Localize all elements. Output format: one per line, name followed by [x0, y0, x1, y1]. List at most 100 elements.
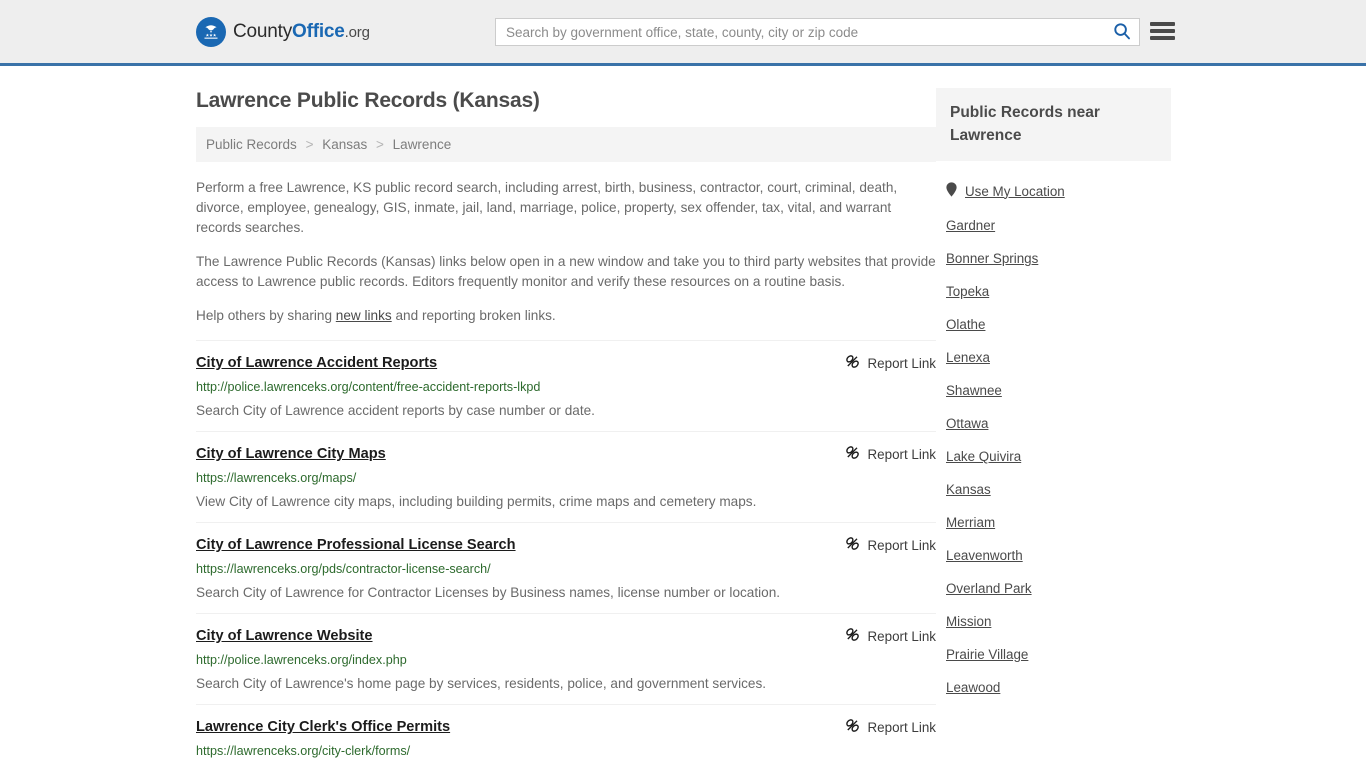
report-link-label: Report Link	[867, 628, 936, 644]
site-header: CountyOffice.org	[0, 0, 1366, 66]
listing-description: View City of Lawrence city maps, includi…	[196, 494, 757, 510]
sidebar-item-lake-quivira[interactable]: Lake Quivira	[936, 440, 1171, 473]
sidebar-item-leawood[interactable]: Leawood	[936, 671, 1171, 704]
report-link-label: Report Link	[867, 446, 936, 462]
sidebar-item-olathe[interactable]: Olathe	[936, 308, 1171, 341]
new-links-link[interactable]: new links	[336, 308, 392, 323]
sidebar-place-list: Use My Location Gardner Bonner Springs T…	[936, 161, 1171, 704]
sidebar-place-link[interactable]: Ottawa	[946, 416, 988, 431]
broken-chain-icon	[845, 536, 860, 554]
sidebar-item-kansas[interactable]: Kansas	[936, 473, 1171, 506]
sidebar-place-link[interactable]: Shawnee	[946, 383, 1002, 398]
search-bar[interactable]	[495, 18, 1140, 46]
listing-title-link[interactable]: City of Lawrence Accident Reports	[196, 353, 437, 373]
sidebar-place-link[interactable]: Mission	[946, 614, 991, 629]
intro-paragraph-1: Perform a free Lawrence, KS public recor…	[196, 180, 898, 236]
sidebar-place-link[interactable]: Lake Quivira	[946, 449, 1021, 464]
sidebar-item-lenexa[interactable]: Lenexa	[936, 341, 1171, 374]
sidebar-item-leavenworth[interactable]: Leavenworth	[936, 539, 1171, 572]
broken-chain-icon	[845, 354, 860, 372]
listing-title-link[interactable]: City of Lawrence Website	[196, 626, 373, 646]
brand-wordmark: CountyOffice.org	[233, 21, 370, 43]
listing-url[interactable]: http://police.lawrenceks.org/content/fre…	[196, 379, 936, 395]
listing-url[interactable]: https://lawrenceks.org/pds/contractor-li…	[196, 561, 936, 577]
sidebar-heading: Public Records near Lawrence	[936, 88, 1171, 161]
intro-paragraph-2: The Lawrence Public Records (Kansas) lin…	[196, 254, 936, 290]
sidebar-item-topeka[interactable]: Topeka	[936, 275, 1171, 308]
sidebar-place-link[interactable]: Gardner	[946, 218, 995, 233]
sidebar-place-link[interactable]: Merriam	[946, 515, 995, 530]
brand-part-office: Office	[292, 20, 345, 42]
sidebar-item-mission[interactable]: Mission	[936, 605, 1171, 638]
report-link-label: Report Link	[867, 355, 936, 371]
help-others-line: Help others by sharing new links and rep…	[196, 306, 936, 326]
sidebar-place-link[interactable]: Topeka	[946, 284, 989, 299]
listing-row: City of Lawrence Accident Reports Report…	[196, 340, 936, 431]
breadcrumb-separator-1: >	[305, 137, 314, 153]
sidebar-item-bonner-springs[interactable]: Bonner Springs	[936, 242, 1171, 275]
hamburger-bar-1	[1150, 22, 1175, 26]
sidebar-place-link[interactable]: Kansas	[946, 482, 991, 497]
sidebar-item-shawnee[interactable]: Shawnee	[936, 374, 1171, 407]
listing-description: Search City of Lawrence's home page by s…	[196, 676, 767, 692]
report-link-button[interactable]: Report Link	[845, 444, 936, 463]
sidebar-place-link[interactable]: Lenexa	[946, 350, 990, 365]
sidebar-place-link[interactable]: Olathe	[946, 317, 985, 332]
breadcrumb-item-lawrence[interactable]: Lawrence	[393, 137, 452, 152]
sidebar-place-link[interactable]: Leawood	[946, 680, 1000, 695]
hamburger-menu-icon[interactable]	[1150, 20, 1175, 42]
broken-chain-icon	[845, 627, 860, 645]
report-link-button[interactable]: Report Link	[845, 626, 936, 645]
report-link-button[interactable]: Report Link	[845, 717, 936, 736]
brand-part-org: .org	[344, 23, 370, 41]
listing-row: City of Lawrence Professional License Se…	[196, 522, 936, 613]
listing-row: City of Lawrence Website Report Link htt…	[196, 613, 936, 704]
hamburger-bar-2	[1150, 29, 1175, 33]
sidebar-item-use-my-location[interactable]: Use My Location	[936, 173, 1171, 209]
page-title: Lawrence Public Records (Kansas)	[196, 89, 540, 112]
listing-title-link[interactable]: City of Lawrence Professional License Se…	[196, 535, 516, 555]
sidebar-item-merriam[interactable]: Merriam	[936, 506, 1171, 539]
sidebar-item-overland-park[interactable]: Overland Park	[936, 572, 1171, 605]
listing-url[interactable]: http://police.lawrenceks.org/index.php	[196, 652, 936, 668]
listing-url[interactable]: https://lawrenceks.org/maps/	[196, 470, 936, 486]
report-link-button[interactable]: Report Link	[845, 535, 936, 554]
sidebar-place-link[interactable]: Prairie Village	[946, 647, 1028, 662]
eagle-seal-icon	[196, 16, 226, 47]
listing-title-link[interactable]: City of Lawrence City Maps	[196, 444, 386, 464]
broken-chain-icon	[845, 445, 860, 463]
listing-row: Lawrence City Clerk's Office Permits Rep…	[196, 704, 936, 768]
sidebar-item-gardner[interactable]: Gardner	[936, 209, 1171, 242]
listing-description: Search City of Lawrence for Contractor L…	[196, 585, 781, 601]
brand-part-county: County	[233, 20, 293, 42]
search-input[interactable]	[496, 19, 1105, 45]
listing-url[interactable]: https://lawrenceks.org/city-clerk/forms/	[196, 743, 936, 759]
breadcrumb-item-kansas[interactable]: Kansas	[322, 137, 367, 152]
sidebar-item-ottawa[interactable]: Ottawa	[936, 407, 1171, 440]
sidebar-item-prairie-village[interactable]: Prairie Village	[936, 638, 1171, 671]
report-link-label: Report Link	[867, 719, 936, 735]
use-my-location-link[interactable]: Use My Location	[965, 184, 1065, 199]
intro-text: Perform a free Lawrence, KS public recor…	[196, 178, 936, 326]
search-icon	[1113, 22, 1131, 43]
listing-description: Search City of Lawrence accident reports…	[196, 403, 595, 419]
search-button[interactable]	[1105, 19, 1139, 45]
sidebar-place-link[interactable]: Overland Park	[946, 581, 1032, 596]
report-link-label: Report Link	[867, 537, 936, 553]
breadcrumb-separator-2: >	[376, 137, 384, 153]
help-prefix: Help others by sharing	[196, 308, 336, 324]
page-container: Lawrence Public Records (Kansas) Public …	[0, 66, 1366, 768]
sidebar: Public Records near Lawrence Use My Loca…	[936, 66, 1171, 768]
sidebar-place-link[interactable]: Leavenworth	[946, 548, 1023, 563]
listing-title-link[interactable]: Lawrence City Clerk's Office Permits	[196, 717, 450, 737]
help-suffix: and reporting broken links.	[391, 308, 556, 324]
main-column: Lawrence Public Records (Kansas) Public …	[196, 66, 936, 768]
broken-chain-icon	[845, 718, 860, 736]
listing-row: City of Lawrence City Maps Report Link h…	[196, 431, 936, 522]
breadcrumb-item-public-records[interactable]: Public Records	[206, 137, 297, 152]
sidebar-place-link[interactable]: Bonner Springs	[946, 251, 1038, 266]
hamburger-bar-3	[1150, 36, 1175, 40]
report-link-button[interactable]: Report Link	[845, 353, 936, 372]
breadcrumb: Public Records > Kansas > Lawrence	[196, 127, 936, 163]
site-logo[interactable]: CountyOffice.org	[196, 16, 370, 47]
